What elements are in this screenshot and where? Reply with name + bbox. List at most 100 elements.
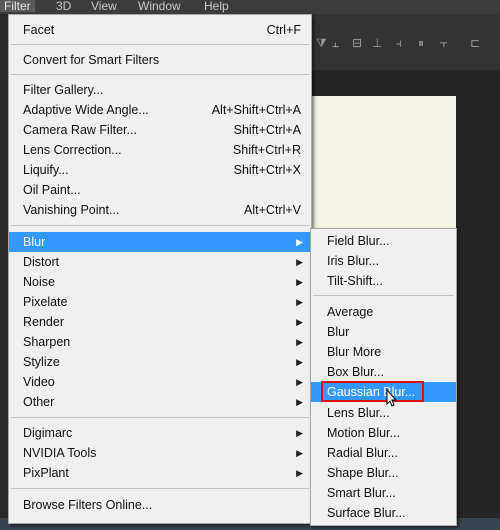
menu-item-label: Oil Paint... [23, 183, 81, 197]
submenu-item-label: Iris Blur... [327, 254, 380, 268]
menu-item-label: Blur [23, 235, 46, 249]
submenu-item-smart-blur[interactable]: Smart Blur... [311, 483, 456, 503]
filter-menu: Facet Ctrl+F Convert for Smart Filters F… [8, 14, 312, 524]
submenu-item-radial-blur[interactable]: Radial Blur... [311, 443, 456, 463]
submenu-item-shape-blur[interactable]: Shape Blur... [311, 463, 456, 483]
distribute-icon[interactable]: ⊏ [470, 36, 480, 50]
menu-item-label: Vanishing Point... [23, 203, 120, 217]
align-right-icon[interactable]: ⫟ [440, 36, 447, 50]
submenu-item-box-blur[interactable]: Box Blur... [311, 362, 456, 382]
submenu-item-label: Box Blur... [327, 365, 384, 379]
submenu-item-field-blur[interactable]: Field Blur... [311, 231, 456, 251]
menu-item-label: Other [23, 395, 55, 409]
submenu-item-label: Blur [327, 325, 350, 339]
menu-item-label: Noise [23, 275, 55, 289]
align-vcenter-icon[interactable]: ⊟ [352, 36, 362, 50]
menu-item-stylize[interactable]: Stylize ▶ [9, 352, 311, 372]
submenu-item-blur-more[interactable]: Blur More [311, 342, 456, 362]
submenu-item-label: Motion Blur... [327, 426, 400, 440]
align-hcenter-icon[interactable]: ⏸ [418, 36, 424, 50]
menu-separator [11, 74, 309, 75]
menu-item-pixplant[interactable]: PixPlant ▶ [9, 463, 311, 483]
menu-item-label: Render [23, 315, 64, 329]
menu-filter[interactable]: Filter [0, 0, 35, 12]
submenu-arrow-icon: ▶ [296, 317, 303, 327]
menu-separator [11, 225, 309, 226]
submenu-arrow-icon: ▶ [296, 277, 303, 287]
submenu-item-label: Field Blur... [327, 234, 390, 248]
submenu-item-motion-blur[interactable]: Motion Blur... [311, 423, 456, 443]
menu-item-liquify[interactable]: Liquify... Shift+Ctrl+X [9, 160, 311, 180]
submenu-item-blur[interactable]: Blur [311, 322, 456, 342]
menu-item-label: Liquify... [23, 163, 69, 177]
menu-item-vanishing-point[interactable]: Vanishing Point... Alt+Ctrl+V [9, 200, 311, 220]
submenu-arrow-icon: ▶ [296, 428, 303, 438]
submenu-item-label: Surface Blur... [327, 506, 406, 520]
menu-item-sharpen[interactable]: Sharpen ▶ [9, 332, 311, 352]
menu-item-label: Camera Raw Filter... [23, 123, 137, 137]
menu-item-shortcut: Shift+Ctrl+A [233, 123, 301, 137]
menu-item-label: Sharpen [23, 335, 71, 349]
menu-item-label: Convert for Smart Filters [23, 53, 160, 67]
align-top-icon[interactable]: ⫠ [332, 36, 339, 50]
menu-item-shortcut: Alt+Shift+Ctrl+A [211, 103, 301, 117]
submenu-item-label: Tilt-Shift... [327, 274, 383, 288]
menu-item-browse-filters-online[interactable]: Browse Filters Online... [9, 495, 311, 515]
menu-item-video[interactable]: Video ▶ [9, 372, 311, 392]
submenu-arrow-icon: ▶ [296, 357, 303, 367]
menu-separator [11, 417, 309, 418]
menu-item-shortcut: Shift+Ctrl+R [232, 143, 301, 157]
menu-item-lens-correction[interactable]: Lens Correction... Shift+Ctrl+R [9, 140, 311, 160]
menu-item-label: Distort [23, 255, 60, 269]
menu-3d[interactable]: 3D [52, 0, 75, 12]
menu-view[interactable]: View [87, 0, 121, 12]
align-bottom-icon[interactable]: ⊥ [372, 36, 382, 50]
menu-window[interactable]: Window [134, 0, 185, 12]
menu-item-label: Filter Gallery... [23, 83, 104, 97]
submenu-item-iris-blur[interactable]: Iris Blur... [311, 251, 456, 271]
menu-item-oil-paint[interactable]: Oil Paint... [9, 180, 311, 200]
submenu-item-surface-blur[interactable]: Surface Blur... [311, 503, 456, 523]
menu-item-digimarc[interactable]: Digimarc ▶ [9, 423, 311, 443]
menu-item-label: PixPlant [23, 466, 69, 480]
align-icon[interactable]: ⧩ [316, 36, 327, 50]
menu-item-noise[interactable]: Noise ▶ [9, 272, 311, 292]
menu-item-label: Stylize [23, 355, 60, 369]
menu-item-shortcut: Ctrl+F [266, 23, 301, 37]
blur-submenu: Field Blur... Iris Blur... Tilt-Shift...… [310, 228, 457, 526]
menu-item-label: Pixelate [23, 295, 68, 309]
menu-item-blur[interactable]: Blur ▶ [9, 232, 311, 252]
menu-item-label: Video [23, 375, 55, 389]
submenu-arrow-icon: ▶ [296, 237, 303, 247]
submenu-arrow-icon: ▶ [296, 377, 303, 387]
app-menubar: Filter 3D View Window Help [0, 0, 500, 14]
mouse-cursor-icon [386, 389, 398, 407]
menu-item-other[interactable]: Other ▶ [9, 392, 311, 412]
submenu-item-label: Lens Blur... [327, 406, 390, 420]
menu-item-facet[interactable]: Facet Ctrl+F [9, 20, 311, 40]
menu-item-camera-raw-filter[interactable]: Camera Raw Filter... Shift+Ctrl+A [9, 120, 311, 140]
submenu-item-tilt-shift[interactable]: Tilt-Shift... [311, 271, 456, 291]
menu-item-label: Facet [23, 23, 55, 37]
menu-item-nvidia-tools[interactable]: NVIDIA Tools ▶ [9, 443, 311, 463]
menu-item-shortcut: Alt+Ctrl+V [244, 203, 301, 217]
align-left-icon[interactable]: ⫞ [396, 36, 402, 50]
menu-help[interactable]: Help [200, 0, 233, 12]
submenu-arrow-icon: ▶ [296, 397, 303, 407]
menu-item-convert-smart-filters[interactable]: Convert for Smart Filters [9, 50, 311, 70]
menu-item-render[interactable]: Render ▶ [9, 312, 311, 332]
submenu-item-label: Average [327, 305, 374, 319]
highlight-annotation-box [321, 381, 424, 402]
submenu-item-average[interactable]: Average [311, 302, 456, 322]
menu-item-label: Browse Filters Online... [23, 498, 153, 512]
menu-item-pixelate[interactable]: Pixelate ▶ [9, 292, 311, 312]
menu-item-label: Digimarc [23, 426, 73, 440]
menu-item-adaptive-wide-angle[interactable]: Adaptive Wide Angle... Alt+Shift+Ctrl+A [9, 100, 311, 120]
submenu-item-label: Smart Blur... [327, 486, 396, 500]
menu-item-label: Lens Correction... [23, 143, 122, 157]
submenu-arrow-icon: ▶ [296, 337, 303, 347]
menu-item-distort[interactable]: Distort ▶ [9, 252, 311, 272]
menu-item-filter-gallery[interactable]: Filter Gallery... [9, 80, 311, 100]
submenu-arrow-icon: ▶ [296, 448, 303, 458]
options-toolbar: ⧩ ⫠ ⊟ ⊥ ⫞ ⏸ ⫟ ⊏ [310, 14, 500, 70]
